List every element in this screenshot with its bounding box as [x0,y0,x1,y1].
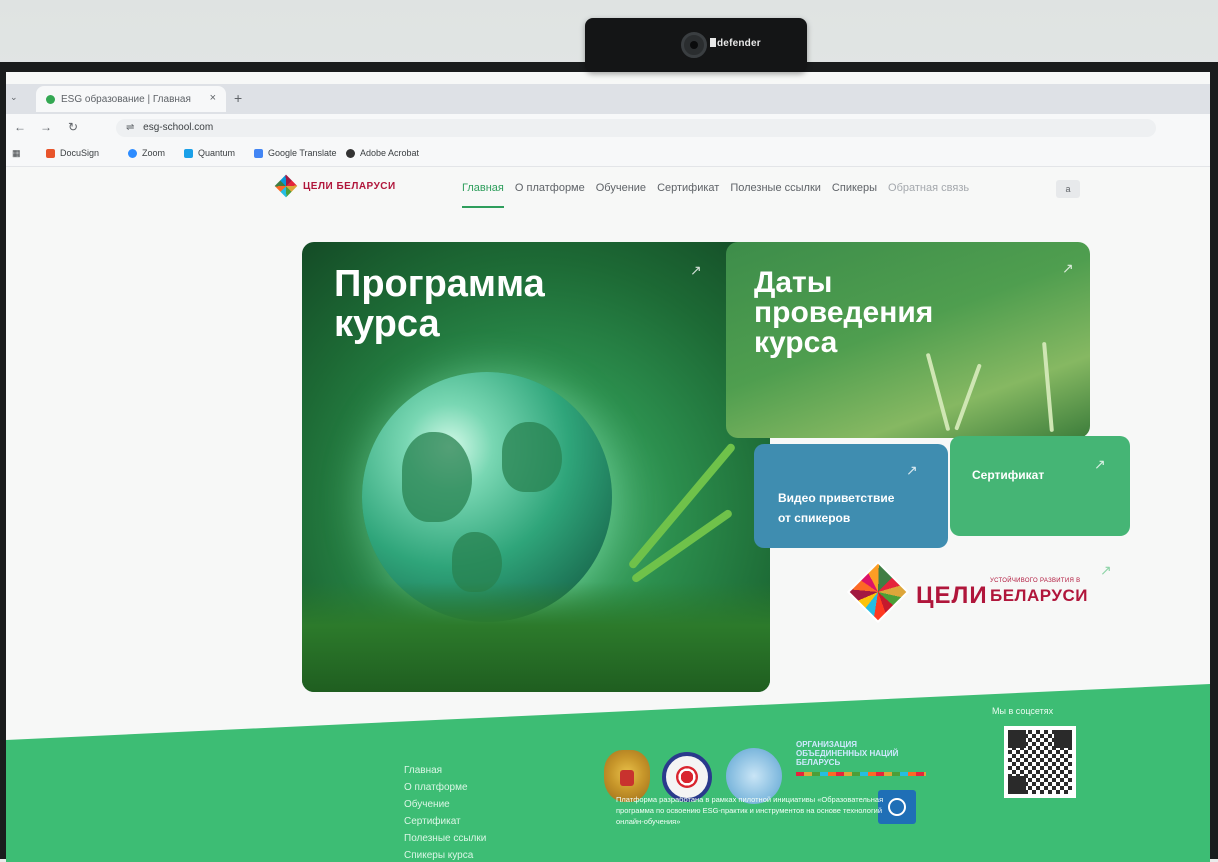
sdg-belarus-link[interactable]: ЦЕЛИ УСТОЙЧИВОГО РАЗВИТИЯ В БЕЛАРУСИ [844,560,1104,640]
webcam-brand: defender [717,38,761,49]
card-certificate-title: Сертификат [972,468,1045,482]
nav-item-home[interactable]: Главная [462,182,504,208]
footer-link-learning[interactable]: Обучение [404,796,486,813]
footer-link-certificate[interactable]: Сертификат [404,813,486,830]
card-speaker-video[interactable]: Видео приветствие от спикеров ↗ [754,444,948,548]
bookmark-label: DocuSign [60,148,100,158]
bookmark-adobe-acrobat[interactable]: Adobe Acrobat [346,148,419,158]
adobe-acrobat-icon [346,148,355,158]
site-logo[interactable]: ЦЕЛИ БЕЛАРУСИ [274,174,396,198]
social-label: Мы в соцсетях [992,706,1054,716]
bookmark-docusign[interactable]: DocuSign [46,148,99,158]
site-info-icon[interactable]: ⇌ [126,122,134,133]
qr-code-icon[interactable] [1004,726,1076,798]
continent-shape [402,432,472,522]
zoom-icon [128,148,137,158]
monitor: ⌄ ESG образование | Главная × + ← → ↻ ⇌ … [0,62,1218,862]
nav-item-speakers[interactable]: Спикеры [832,182,877,208]
bookmark-label: Google Translate [268,148,337,158]
nav-item-about[interactable]: О платформе [515,182,585,208]
arrow-up-right-icon: ↗ [1094,456,1106,472]
apps-grid-icon[interactable]: ▦ [12,148,21,159]
footer-link-home[interactable]: Главная [404,762,486,779]
card-course-program[interactable]: Программа курса ↗ [302,242,770,692]
plant-decoration [954,363,982,431]
tab-close-icon[interactable]: × [210,92,216,104]
sdg-color-bar [796,772,926,776]
sdg-main-text: ЦЕЛИ [916,582,988,609]
site-logo-text: ЦЕЛИ БЕЛАРУСИ [303,180,396,192]
bookmark-zoom[interactable]: Zoom [128,148,165,158]
card-video-title: Видео приветствие от спикеров [778,491,895,525]
continent-shape [502,422,562,492]
tab-favicon-icon [46,94,55,104]
url-field[interactable]: ⇌ esg-school.com [116,119,1156,137]
screen: ⌄ ESG образование | Главная × + ← → ↻ ⇌ … [6,72,1210,862]
tab-strip: ⌄ ESG образование | Главная × + [6,84,1210,114]
nav-item-links[interactable]: Полезные ссылки [730,182,821,208]
browser-tab[interactable]: ESG образование | Главная × [36,86,226,112]
webcam: defender [585,18,807,72]
docusign-icon [46,148,55,158]
nav-item-certificate[interactable]: Сертификат [657,182,719,208]
sdg-diamond-icon [274,174,298,198]
footer-nav: Главная О платформе Обучение Сертификат … [404,762,486,862]
sdg-sub-text-big: БЕЛАРУСИ [990,586,1088,605]
reload-icon[interactable]: ↻ [68,120,78,134]
sdg-diamond-icon [849,563,907,621]
card-course-dates[interactable]: Даты проведения курса ↗ [726,242,1090,438]
footer-description: Платформа разработана в рамках пилотной … [616,795,884,826]
footer-link-speakers[interactable]: Спикеры курса [404,847,486,862]
back-icon[interactable]: ← [14,120,26,134]
new-tab-button[interactable]: + [234,90,242,106]
nav-item-feedback[interactable]: Обратная связь [888,182,969,208]
un-org-text: ОРГАНИЗАЦИЯ ОБЪЕДИНЕННЫХ НАЦИЙ БЕЛАРУСЬ [796,740,899,767]
webcam-lens [681,32,707,58]
webcam-logo-icon [710,38,716,47]
plant-decoration [1042,341,1054,433]
plant-decoration [925,352,951,432]
arrow-up-right-icon: ↗ [1100,562,1112,578]
bookmark-label: Zoom [142,148,166,158]
arrow-up-right-icon: ↗ [1062,260,1074,276]
site-header: ЦЕЛИ БЕЛАРУСИ Главная О платформе Обучен… [6,166,1210,210]
search-button[interactable]: a [1056,180,1080,198]
bookmark-google-translate[interactable]: Google Translate [254,148,337,158]
bookmark-quantum[interactable]: Quantum [184,148,235,158]
footer-link-about[interactable]: О платформе [404,779,486,796]
main-nav: Главная О платформе Обучение Сертификат … [462,182,980,208]
tab-list-chevron-icon[interactable]: ⌄ [10,92,18,103]
bookmark-label: Quantum [198,148,236,158]
url-text: esg-school.com [143,122,214,133]
address-bar-row: ← → ↻ ⇌ esg-school.com [6,114,1210,142]
quantum-icon [184,148,193,158]
google-translate-icon [254,148,263,158]
bookmarks-bar: ▦ DocuSign Zoom Quantum Google Translate… [6,142,1210,167]
sdg-sub-text-small: УСТОЙЧИВОГО РАЗВИТИЯ В [990,578,1081,584]
arrow-up-right-icon: ↗ [906,462,918,478]
card-dates-title: Даты проведения курса [754,266,934,359]
card-program-title: Программа курса [334,263,545,345]
footer-link-links[interactable]: Полезные ссылки [404,830,486,847]
arrow-up-right-icon: ↗ [690,262,702,278]
nav-item-learning[interactable]: Обучение [596,182,646,208]
grass-decoration [302,582,770,692]
forward-icon[interactable]: → [40,120,52,134]
bookmark-label: Adobe Acrobat [360,148,420,158]
tab-title: ESG образование | Главная [61,93,191,105]
card-certificate[interactable]: Сертификат ↗ [950,436,1130,536]
